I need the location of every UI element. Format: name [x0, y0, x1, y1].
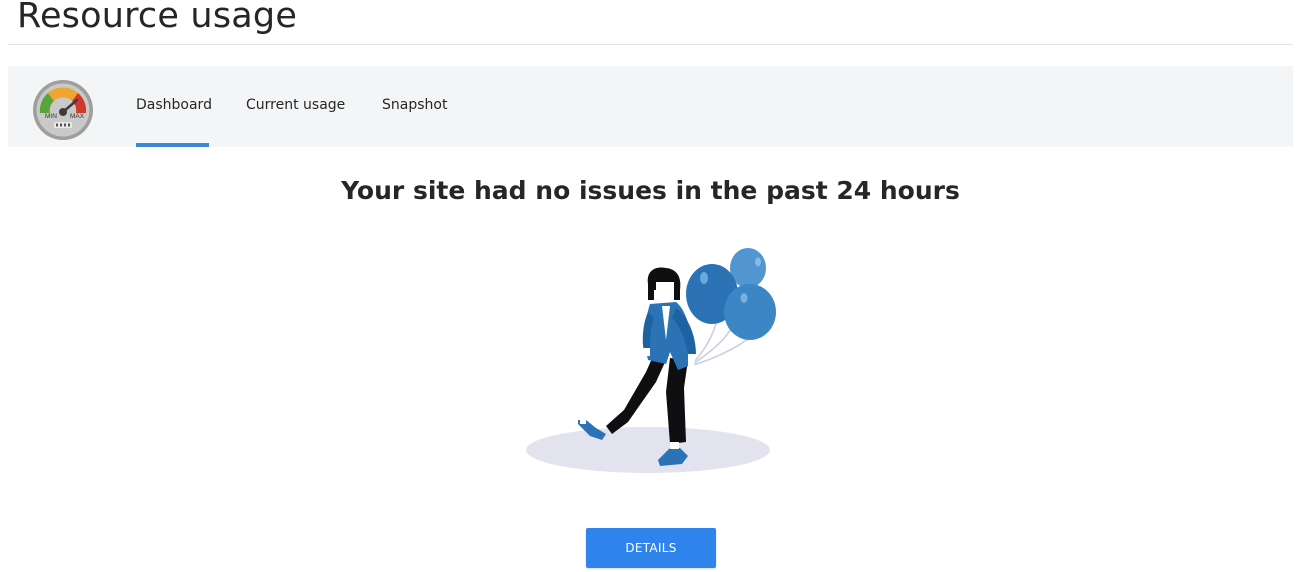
resource-usage-page: Resource usage MIN MAX Dashboard Current… — [0, 0, 1297, 572]
page-title: Resource usage — [17, 0, 298, 36]
details-button[interactable]: DETAILS — [586, 528, 716, 568]
gauge-min-label: MIN — [45, 113, 57, 120]
title-divider — [8, 44, 1293, 45]
tab-bar: MIN MAX Dashboard Current usage Snapshot — [8, 66, 1293, 147]
gauge-max-label: MAX — [70, 113, 85, 120]
tab-dashboard[interactable]: Dashboard — [136, 66, 212, 147]
woman-with-balloons-illustration — [526, 248, 776, 473]
tab-snapshot[interactable]: Snapshot — [382, 66, 447, 147]
tab-current-usage[interactable]: Current usage — [246, 66, 345, 147]
status-headline: Your site had no issues in the past 24 h… — [341, 176, 960, 205]
gauge-icon: MIN MAX — [33, 80, 93, 140]
